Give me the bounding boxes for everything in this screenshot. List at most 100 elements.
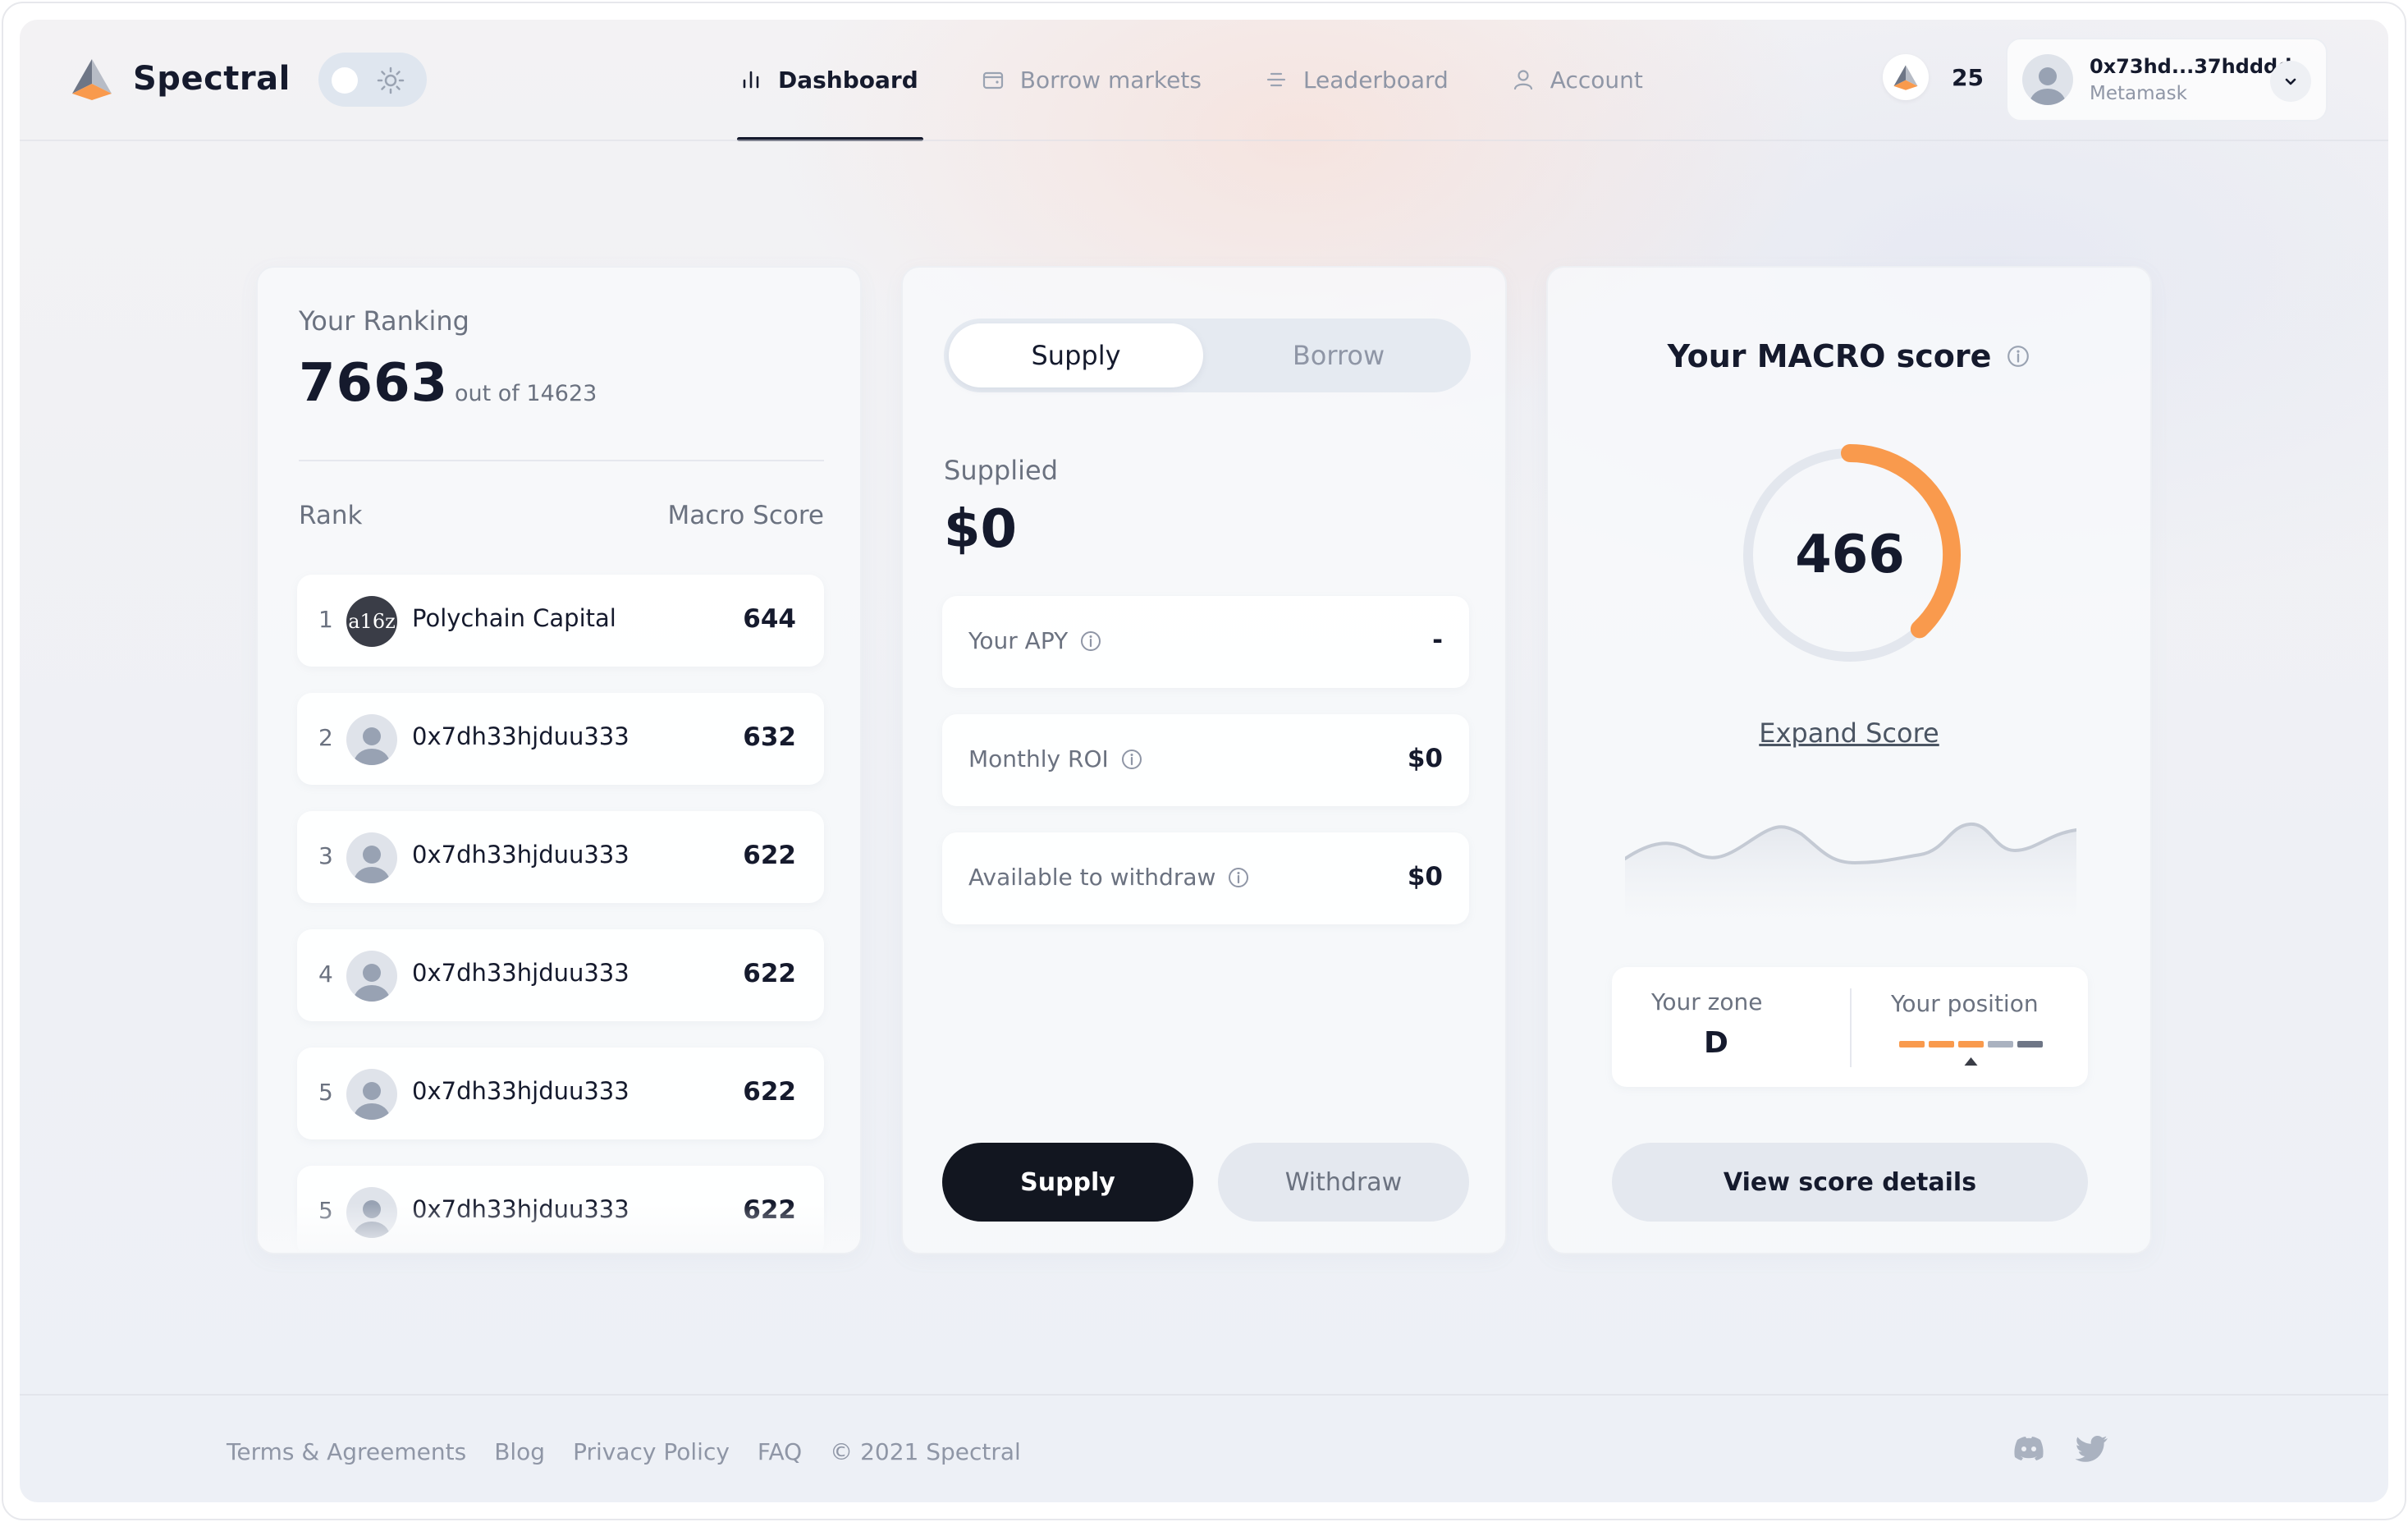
view-score-details-button[interactable]: View score details (1612, 1143, 2088, 1222)
row-score: 632 (743, 722, 796, 752)
stat-label-text: Available to withdraw (968, 864, 1216, 891)
position-segment (1988, 1041, 2013, 1048)
row-name: 0x7dh33hjduu333 (412, 959, 629, 987)
footer-copyright: © 2021 Spectral (830, 1438, 1021, 1465)
nav-leaderboard[interactable]: Leaderboard (1264, 20, 1449, 140)
zone-position-panel: Your zone D Your position (1612, 967, 2088, 1087)
ranking-row[interactable]: 2 0x7dh33hjduu333 632 (297, 693, 824, 785)
zone-label: Your zone (1651, 988, 1763, 1015)
discord-icon[interactable] (2009, 1428, 2049, 1468)
zone-value: D (1704, 1026, 1728, 1060)
wallet-info: 0x73hd...37hdddd Metamask (2090, 55, 2291, 104)
social-links (1985, 1428, 2113, 1468)
user-icon (1513, 70, 1532, 90)
expand-score-link[interactable]: Expand Score (1548, 717, 2150, 749)
nav-leaderboard-label: Leaderboard (1302, 66, 1449, 94)
brand-logo[interactable]: Spectral (69, 56, 291, 102)
stat-value: $0 (1407, 862, 1443, 892)
macro-score-title-text: Your MACRO score (1667, 338, 1992, 374)
row-score: 644 (743, 604, 796, 634)
a16z-logo-icon: a16z (346, 596, 397, 647)
withdraw-button[interactable]: Withdraw (1218, 1143, 1469, 1222)
nav-dashboard-label: Dashboard (778, 66, 918, 94)
stat-available-to-withdraw: Available to withdraw $0 (942, 832, 1469, 924)
header-divider (20, 140, 2388, 141)
list-icon (1266, 72, 1286, 87)
position-segment (1958, 1041, 1984, 1048)
ranking-row[interactable]: 5 0x7dh33hjduu333 622 (297, 1048, 824, 1139)
ranking-value: 7663 (299, 353, 449, 414)
ranking-list: 1 a16z Polychain Capital 644 2 0x7dh33hj… (297, 575, 824, 1253)
avatar (346, 951, 397, 1002)
app-frame: Spectral Dashboard Borrow markets Leader… (20, 20, 2388, 1502)
supplied-value: $0 (944, 499, 1018, 560)
footer: Terms & Agreements Blog Privacy Policy F… (227, 1438, 1021, 1465)
bar-chart-icon (743, 71, 759, 89)
row-rank: 3 (318, 842, 333, 869)
info-icon[interactable] (2006, 344, 2030, 369)
row-score: 622 (743, 841, 796, 870)
nav-borrow-markets[interactable]: Borrow markets (981, 20, 1202, 140)
twitter-icon[interactable] (2073, 1428, 2113, 1468)
wallet-menu[interactable]: 0x73hd...37hdddd Metamask (2006, 38, 2328, 121)
score-history-sparkline (1625, 822, 2076, 924)
row-name: 0x7dh33hjduu333 (412, 841, 629, 869)
stat-label: Monthly ROI (968, 745, 1143, 772)
info-icon[interactable] (1120, 748, 1143, 771)
ranking-card: Your Ranking 7663 out of 14623 Rank Macr… (256, 266, 862, 1254)
column-header-rank: Rank (299, 501, 363, 530)
ranking-title: Your Ranking (299, 305, 469, 337)
supply-button[interactable]: Supply (942, 1143, 1193, 1222)
wallet-address: 0x73hd...37hdddd (2090, 55, 2292, 78)
avatar (346, 714, 397, 765)
ranking-row[interactable]: 3 0x7dh33hjduu333 622 (297, 811, 824, 903)
ranking-divider (299, 460, 824, 461)
supplied-label: Supplied (944, 455, 1058, 486)
row-score: 622 (743, 959, 796, 988)
stat-your-apy: Your APY - (942, 596, 1469, 688)
tab-borrow[interactable]: Borrow (1211, 323, 1466, 387)
supply-borrow-switch: Supply Borrow (944, 319, 1471, 392)
stat-label: Your APY (968, 627, 1102, 654)
nav-account-label: Account (1550, 66, 1643, 94)
row-rank: 4 (318, 960, 333, 988)
row-rank: 1 (318, 606, 333, 633)
stat-label-text: Your APY (968, 627, 1069, 654)
footer-link-terms[interactable]: Terms & Agreements (227, 1438, 466, 1465)
nav-account[interactable]: Account (1511, 20, 1643, 140)
ranking-row[interactable]: 1 a16z Polychain Capital 644 (297, 575, 824, 667)
wallet-avatar (2022, 54, 2073, 105)
stat-label: Available to withdraw (968, 864, 1250, 891)
stat-value: - (1432, 626, 1443, 655)
stat-monthly-roi: Monthly ROI $0 (942, 714, 1469, 806)
tab-supply[interactable]: Supply (949, 323, 1203, 387)
position-marker-icon (1964, 1057, 1978, 1066)
footer-link-faq[interactable]: FAQ (758, 1438, 802, 1465)
top-header: Spectral Dashboard Borrow markets Leader… (20, 20, 2388, 141)
nav-dashboard[interactable]: Dashboard (737, 20, 923, 141)
nav-borrow-markets-label: Borrow markets (1019, 66, 1202, 94)
ranking-row[interactable]: 4 0x7dh33hjduu333 622 (297, 929, 824, 1021)
footer-link-privacy[interactable]: Privacy Policy (573, 1438, 730, 1465)
main-nav: Dashboard Borrow markets Leaderboard Acc… (737, 20, 1705, 141)
macro-score-value: 466 (1795, 525, 1905, 585)
footer-divider (20, 1394, 2388, 1396)
stat-label-text: Monthly ROI (968, 745, 1109, 772)
footer-link-blog[interactable]: Blog (494, 1438, 545, 1465)
macro-score-title: Your MACRO score (1548, 338, 2150, 374)
ranking-total: out of 14623 (455, 381, 597, 406)
info-icon[interactable] (1227, 866, 1250, 889)
avatar (346, 1069, 397, 1120)
position-label: Your position (1891, 990, 2039, 1017)
wallet-icon (982, 71, 1003, 89)
position-segment (1929, 1041, 1954, 1048)
info-icon[interactable] (1079, 630, 1102, 653)
points-badge (1883, 54, 1929, 100)
points-indicator[interactable]: 25 (1883, 54, 1984, 100)
chevron-down-icon[interactable] (2270, 61, 2311, 102)
brand-name: Spectral (133, 60, 291, 98)
position-segment (2017, 1041, 2043, 1048)
avatar (346, 832, 397, 883)
theme-toggle[interactable] (318, 53, 427, 107)
row-rank: 2 (318, 724, 333, 751)
